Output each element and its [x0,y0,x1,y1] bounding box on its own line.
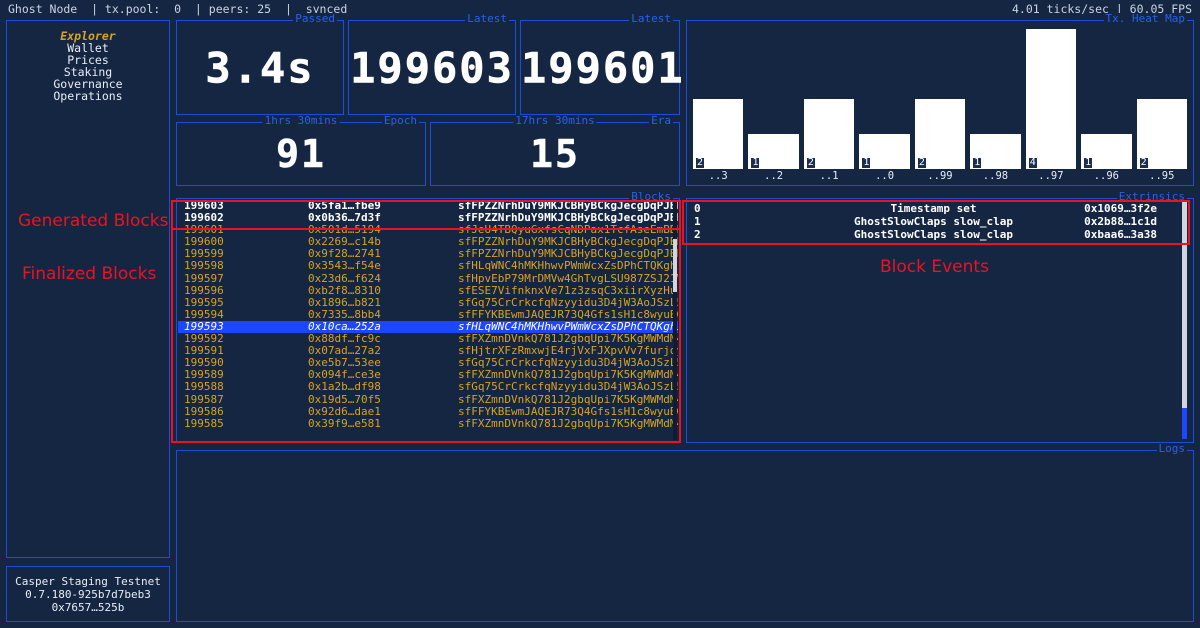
heat-map-bar-column: 1 ..0 [859,134,910,183]
heat-map-bar-value: 1 [751,157,760,168]
stat-value-latest-block: 199603 [350,43,514,93]
tx-heat-map-panel: Tx. Heat Map 2 ..3 1 ..2 2 ..1 1 ..0 2 ..99 1 ..98 4… [686,13,1194,186]
stat-title-passed: Passed [293,12,337,25]
stat-subtitle-epoch: 1hrs 30mins [262,114,340,127]
heat-map-bar: 1 [748,134,799,169]
heat-map-bar: 2 [914,99,966,169]
app-root: Ghost Node | tx.pool: 0 | peers: 25 | sy… [0,0,1200,628]
logs-panel[interactable]: Logs [176,443,1194,622]
heat-map-bar: 1 [1081,134,1132,169]
stat-title-era: Era [649,114,673,127]
heat-map-bar-column: 1 ..96 [1081,134,1132,183]
stat-value-epoch: 91 [276,132,326,177]
heat-map-bar-value: 2 [696,157,705,168]
stat-tile-latest-finalized: Latest 199601 [520,13,685,115]
heat-map-bar-column: 1 ..98 [970,134,1021,183]
heat-map-bar-column: 2 ..3 [693,99,744,183]
logs-title: Logs [1156,442,1187,455]
heat-map-bar: 2 [693,99,744,169]
heat-map-bar-label: ..97 [1038,170,1064,182]
generated-blocks-highlight [171,200,681,230]
stat-title-latest-finalized: Latest [629,12,673,25]
heat-map-bar-label: ..95 [1149,170,1175,182]
heat-map-bar-label: ..2 [764,170,784,182]
heat-map-bar: 1 [859,134,910,169]
annotation-block-events: Block Events [880,257,989,277]
heat-map-bar-column: 2 ..99 [914,99,966,183]
heat-map-bar-value: 2 [806,157,815,168]
heat-map-bar: 1 [970,134,1021,169]
stat-value-latest-finalized: 199601 [521,43,685,93]
stat-title-epoch: Epoch [381,114,419,127]
heat-map-bar-label: ..1 [819,170,839,182]
tx-heat-map-title: Tx. Heat Map [1103,12,1187,25]
heat-map-bar-label: ..96 [1093,170,1119,182]
tx-heat-map-bars: 2 ..3 1 ..2 2 ..1 1 ..0 2 ..99 1 ..98 4 ..97 1 ..96 2 ..9… [693,25,1187,183]
network-info-panel: Casper Staging Testnet 0.7.180-925b7d7be… [6,566,170,622]
stat-tile-era: 17hrs 30mins Era 15 [430,115,680,186]
network-name: Casper Staging Testnet [15,575,161,588]
sidebar-menu: Explorer Wallet Prices Staking Governanc… [7,30,169,102]
block-events-highlight [682,200,1190,245]
heat-map-bar-column: 2 ..1 [803,99,855,183]
heat-map-bar-column: 1 ..2 [748,134,799,183]
annotation-generated-blocks: Generated Blocks [18,211,169,231]
heat-map-bar: 2 [803,99,855,169]
stat-tile-epoch: 1hrs 30mins Epoch 91 [176,115,426,186]
heat-map-bar-label: ..0 [875,170,895,182]
heat-map-bar-column: 4 ..97 [1025,29,1077,183]
heat-map-bar: 4 [1025,29,1077,169]
heat-map-bar: 2 [1136,99,1187,169]
stat-value-era: 15 [530,132,580,177]
sidebar-item-operations[interactable]: Operations [7,90,169,102]
sidebar: Explorer Wallet Prices Staking Governanc… [6,20,170,558]
annotation-finalized-blocks: Finalized Blocks [22,264,157,284]
heat-map-bar-value: 1 [973,157,982,168]
finalized-blocks-highlight [171,228,681,443]
extrinsics-scrollbar-thumb[interactable] [1182,408,1187,439]
network-hash: 0x7657…525b [51,601,125,614]
heat-map-bar-value: 4 [1028,157,1037,168]
heat-map-bar-column: 2 ..95 [1136,99,1187,183]
network-version: 0.7.180-925b7d7beb3 [25,588,151,601]
heat-map-bar-label: ..98 [982,170,1009,182]
stat-title-latest-block: Latest [465,12,509,25]
heat-map-bar-label: ..3 [708,170,728,182]
heat-map-bar-value: 2 [1139,157,1148,168]
stat-tile-block-time: Passed 3.4s [176,13,344,115]
stat-value-block-time: 3.4s [205,43,315,93]
heat-map-bar-value: 2 [917,157,926,168]
heat-map-bar-value: 1 [1084,157,1093,168]
heat-map-bar-value: 1 [862,157,871,168]
stat-tile-latest-block: Latest 199603 [348,13,516,115]
stat-subtitle-era: 17hrs 30mins [513,114,597,127]
status-bar: Ghost Node | tx.pool: 0 | peers: 25 | sy… [0,0,1200,18]
heat-map-bar-label: ..99 [927,170,953,182]
